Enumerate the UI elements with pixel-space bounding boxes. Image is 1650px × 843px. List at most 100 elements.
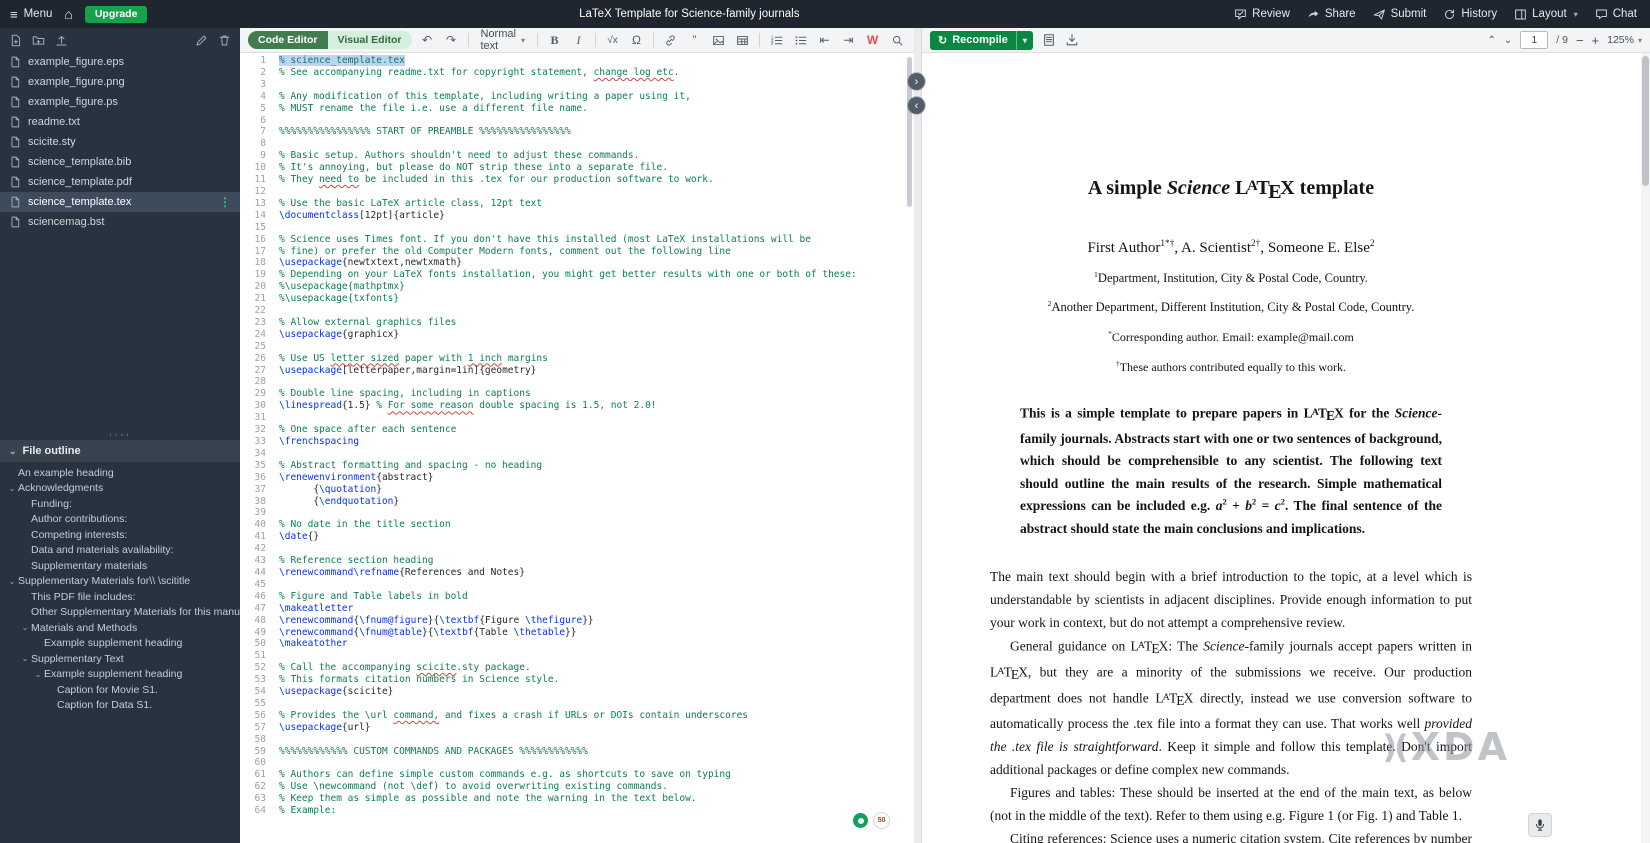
- outline-item[interactable]: Caption for Movie S1.: [0, 682, 240, 698]
- code-line[interactable]: 23 % Allow external graphics files: [240, 317, 914, 329]
- code-line[interactable]: 18 \usepackage{newtxtext,newtxmath}: [240, 257, 914, 269]
- code-editor-toggle[interactable]: Code Editor: [248, 31, 328, 49]
- topbar-review-button[interactable]: Review: [1234, 8, 1290, 21]
- recompile-button[interactable]: ↻ Recompile: [930, 31, 1016, 50]
- code-line[interactable]: 36 \renewenvironment{abstract}: [240, 472, 914, 484]
- code-line[interactable]: 51: [240, 650, 914, 662]
- code-line[interactable]: 16 % Science uses Times font. If you don'…: [240, 234, 914, 246]
- code-line[interactable]: 3: [240, 79, 914, 91]
- file-item[interactable]: science_template.bib: [0, 152, 240, 172]
- topbar-chat-button[interactable]: Chat: [1595, 8, 1637, 21]
- visual-editor-toggle[interactable]: Visual Editor: [328, 31, 412, 49]
- topbar-submit-button[interactable]: Submit: [1373, 8, 1426, 21]
- delete-file-icon[interactable]: [218, 34, 231, 47]
- zoom-out-icon[interactable]: −: [1576, 33, 1584, 48]
- code-line[interactable]: 7 %%%%%%%%%%%%%%%% START OF PREAMBLE %%%%…: [240, 126, 914, 138]
- outline-item[interactable]: Competing interests:: [0, 527, 240, 543]
- topbar-history-button[interactable]: History: [1443, 8, 1497, 21]
- file-item[interactable]: readme.txt: [0, 112, 240, 132]
- chevron-down-icon[interactable]: ⌄: [6, 576, 18, 587]
- code-line[interactable]: 34: [240, 448, 914, 460]
- insert-figure-icon[interactable]: [710, 32, 727, 49]
- link-icon[interactable]: [662, 32, 679, 49]
- code-line[interactable]: 50 \makeatother: [240, 638, 914, 650]
- code-line[interactable]: 48 \renewcommand{\fnum@figure}{\textbf{Fi…: [240, 615, 914, 627]
- code-line[interactable]: 15: [240, 222, 914, 234]
- code-line[interactable]: 37 {\quotation}: [240, 484, 914, 496]
- new-file-icon[interactable]: [9, 34, 22, 47]
- code-line[interactable]: 13 % Use the basic LaTeX article class, 1…: [240, 198, 914, 210]
- code-line[interactable]: 62 % Use \newcommand (not \def) to avoid …: [240, 781, 914, 793]
- outline-item[interactable]: Data and materials availability:: [0, 543, 240, 559]
- file-menu-kebab[interactable]: ⋮: [219, 195, 231, 209]
- file-item[interactable]: science_template.tex ⋮: [0, 192, 240, 212]
- code-line[interactable]: 21 %\usepackage{txfonts}: [240, 293, 914, 305]
- search-icon[interactable]: [889, 32, 906, 49]
- grammar-extension-badge[interactable]: [853, 813, 868, 828]
- chevron-down-icon[interactable]: ⌄: [6, 483, 18, 494]
- file-item[interactable]: example_figure.png: [0, 72, 240, 92]
- insert-table-icon[interactable]: [734, 32, 751, 49]
- panel-resize-handle[interactable]: ····: [0, 430, 240, 441]
- code-line[interactable]: 46 % Figure and Table labels in bold: [240, 591, 914, 603]
- code-line[interactable]: 56 % Provides the \url command, and fixes…: [240, 710, 914, 722]
- code-line[interactable]: 52 % Call the accompanying scicite.sty pa…: [240, 662, 914, 674]
- code-line[interactable]: 11 % They need to be included in this .te…: [240, 174, 914, 186]
- code-line[interactable]: 28: [240, 376, 914, 388]
- code-line[interactable]: 60: [240, 757, 914, 769]
- microphone-overlay-button[interactable]: [1528, 813, 1552, 837]
- file-item[interactable]: scicite.sty: [0, 132, 240, 152]
- cite-icon[interactable]: ”: [686, 32, 703, 49]
- outline-item[interactable]: Funding:: [0, 496, 240, 512]
- code-line[interactable]: 30 \linespread{1.5} % For some reason dou…: [240, 400, 914, 412]
- file-outline-header[interactable]: ⌄ File outline: [0, 440, 240, 462]
- code-line[interactable]: 25: [240, 341, 914, 353]
- code-editor[interactable]: 1 % science_template.tex 2 % See accompanyi…: [240, 53, 914, 843]
- code-line[interactable]: 45: [240, 579, 914, 591]
- outline-item[interactable]: Caption for Data S1.: [0, 698, 240, 714]
- redo-icon[interactable]: ↷: [443, 32, 460, 49]
- file-item[interactable]: sciencemag.bst: [0, 212, 240, 232]
- code-line[interactable]: 12: [240, 186, 914, 198]
- outline-item[interactable]: Example supplement heading: [0, 636, 240, 652]
- outline-item[interactable]: Other Supplementary Materials for this m…: [0, 605, 240, 621]
- outline-item[interactable]: This PDF file includes:: [0, 589, 240, 605]
- code-line[interactable]: 4 % Any modification of this template, in…: [240, 91, 914, 103]
- outline-item[interactable]: ⌄ Supplementary Text: [0, 651, 240, 667]
- pdf-scrollbar-track[interactable]: [1641, 53, 1650, 843]
- code-line[interactable]: 26 % Use US letter sized paper with 1 inc…: [240, 353, 914, 365]
- outline-item[interactable]: ⌄ Example supplement heading: [0, 667, 240, 683]
- file-item[interactable]: science_template.pdf: [0, 172, 240, 192]
- zoom-level-dropdown[interactable]: 125% ▾: [1607, 34, 1642, 46]
- code-line[interactable]: 38 {\endquotation}: [240, 496, 914, 508]
- writefull-icon[interactable]: W: [864, 32, 881, 49]
- topbar-layout-button[interactable]: Layout ▾: [1514, 8, 1578, 21]
- code-line[interactable]: 42: [240, 543, 914, 555]
- numbered-list-icon[interactable]: 123: [768, 32, 785, 49]
- code-line[interactable]: 55: [240, 698, 914, 710]
- menu-button[interactable]: ≡ Menu: [10, 7, 52, 22]
- outline-item[interactable]: Supplementary materials: [0, 558, 240, 574]
- chevron-down-icon[interactable]: ⌄: [19, 622, 31, 633]
- zoom-in-icon[interactable]: +: [1592, 33, 1600, 48]
- code-line[interactable]: 53 % This formats citation numbers in Sci…: [240, 674, 914, 686]
- counter-extension-badge[interactable]: 50: [873, 812, 890, 829]
- code-line[interactable]: 9 % Basic setup. Authors shouldn't need t…: [240, 150, 914, 162]
- download-pdf-icon[interactable]: [1065, 33, 1079, 47]
- next-page-icon[interactable]: ⌄: [1504, 35, 1512, 46]
- recompile-options-dropdown[interactable]: ▾: [1015, 30, 1033, 50]
- page-number-input[interactable]: [1520, 31, 1549, 49]
- code-line[interactable]: 49 \renewcommand{\fnum@table}{\textbf{Tab…: [240, 627, 914, 639]
- code-line[interactable]: 58: [240, 734, 914, 746]
- chevron-down-icon[interactable]: ⌄: [32, 669, 44, 680]
- code-line[interactable]: 10 % It's annoying, but please do NOT str…: [240, 162, 914, 174]
- outline-item[interactable]: ⌄ Acknowledgments: [0, 481, 240, 497]
- upgrade-button[interactable]: Upgrade: [84, 5, 148, 23]
- pdf-scrollbar-thumb[interactable]: [1642, 56, 1649, 186]
- code-line[interactable]: 47 \makeatletter: [240, 603, 914, 615]
- code-line[interactable]: 57 \usepackage{url}: [240, 722, 914, 734]
- code-line[interactable]: 54 \usepackage{scicite}: [240, 686, 914, 698]
- math-icon[interactable]: √x: [604, 32, 621, 49]
- code-line[interactable]: 24 \usepackage{graphicx}: [240, 329, 914, 341]
- code-line[interactable]: 43 % Reference section heading: [240, 555, 914, 567]
